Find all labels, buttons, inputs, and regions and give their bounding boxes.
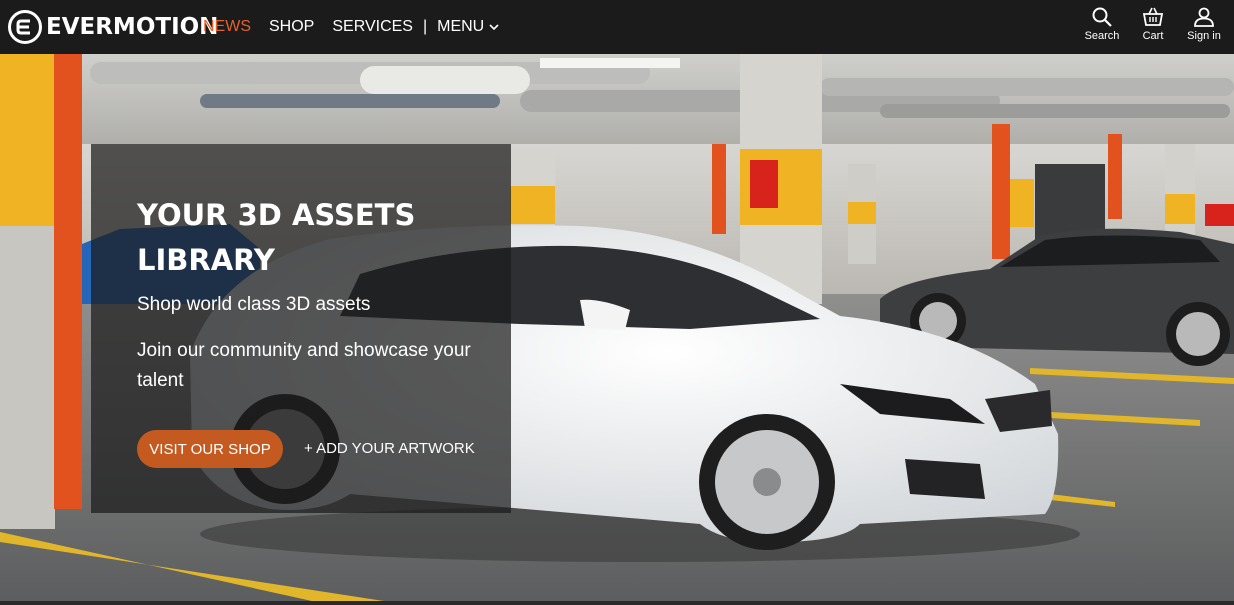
cart-label: Cart [1142,30,1164,42]
cart-button[interactable]: Cart [1129,6,1177,42]
logo-text: EVERMOTION [46,14,219,40]
top-navigation-bar: EVERMOTION NEWS SHOP SERVICES | MENU Sea… [0,0,1234,54]
search-label: Search [1084,30,1120,42]
nav-separator: | [422,18,428,35]
visit-shop-button[interactable]: VISIT OUR SHOP [137,430,283,468]
signin-label: Sign in [1187,30,1221,42]
signin-button[interactable]: Sign in [1180,6,1228,42]
search-icon [1092,7,1112,27]
chevron-down-icon [489,23,499,30]
main-nav: NEWS SHOP SERVICES | MENU [203,0,499,54]
logo[interactable]: EVERMOTION [8,8,218,46]
search-button[interactable]: Search [1078,6,1126,42]
hero-banner [0,54,1234,605]
nav-menu-label: MENU [437,18,485,35]
nav-menu[interactable]: MENU [437,18,499,36]
add-artwork-link[interactable]: + ADD YOUR ARTWORK [304,440,475,457]
page-bottom-edge [0,601,1234,605]
header-tools: Search Cart Sign in [1075,6,1228,42]
hero-headline: YOUR 3D ASSETS LIBRARY [137,198,416,277]
logo-e-icon [8,10,42,44]
hero-subtitle-shop: Shop world class 3D assets [137,294,371,315]
nav-news[interactable]: NEWS [203,18,251,36]
nav-services[interactable]: SERVICES [332,18,413,36]
user-icon [1194,7,1214,27]
nav-shop[interactable]: SHOP [269,18,314,36]
cart-icon [1142,7,1164,26]
hero-subtitle-community: Join our community and showcase your tal… [137,340,471,391]
